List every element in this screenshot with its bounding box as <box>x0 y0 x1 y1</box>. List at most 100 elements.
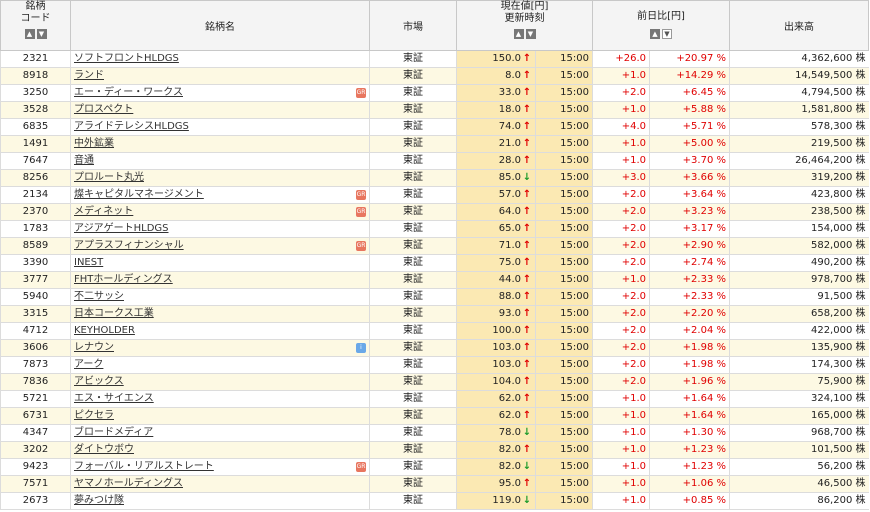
stock-name-link[interactable]: ランド <box>74 70 104 81</box>
stock-name-link[interactable]: アビックス <box>74 376 124 387</box>
change-amount: +1.0 <box>592 390 650 408</box>
change-percent: +5.71 % <box>649 118 730 136</box>
change-percent: +2.04 % <box>649 322 730 340</box>
price-value: 104.0 <box>492 376 521 387</box>
market: 東証 <box>369 458 457 476</box>
price-value: 57.0 <box>498 189 521 200</box>
price-arrow-icon: ↑ <box>522 444 532 455</box>
change-amount: +2.0 <box>592 254 650 272</box>
stock-name-link[interactable]: レナウン <box>74 342 114 353</box>
stock-name-link[interactable]: メディネット <box>74 206 133 217</box>
stock-name-link[interactable]: アジアゲートHLDGS <box>74 223 169 234</box>
change-amount: +1.0 <box>592 152 650 170</box>
volume: 135,900 株 <box>729 339 869 357</box>
table-row: 6835 アライドテレシスHLDGS 東証 74.0 ↑ 15:00 +4.0 +… <box>0 118 869 136</box>
change-amount: +1.0 <box>592 492 650 510</box>
stock-info-icon[interactable]: GR <box>356 462 366 472</box>
table-row: 7873 アーク 東証 103.0 ↑ 15:00 +2.0 +1.98 % 17… <box>0 356 869 374</box>
stock-name-link[interactable]: フォーバル・リアルストレート <box>74 461 214 472</box>
volume: 75,900 株 <box>729 373 869 391</box>
stock-code: 9423 <box>0 458 71 476</box>
stock-name-link[interactable]: アーク <box>74 359 103 370</box>
price-value: 82.0 <box>498 461 521 472</box>
current-price: 119.0 ↓ <box>456 492 536 510</box>
stock-name-cell: 日本コークス工業 <box>70 305 370 323</box>
stock-name-link[interactable]: 不二サッシ <box>74 291 124 302</box>
table-row: 4347 ブロードメディア 東証 78.0 ↓ 15:00 +1.0 +1.30 … <box>0 424 869 442</box>
stock-name-link[interactable]: 夢みつけ隊 <box>74 495 124 506</box>
price-value: 85.0 <box>498 172 521 183</box>
table-row: 2134 燦キャピタルマネージメント GR 東証 57.0 ↑ 15:00 +2.… <box>0 186 869 204</box>
price-arrow-icon: ↑ <box>522 189 532 200</box>
stock-name-link[interactable]: 中外鉱業 <box>74 138 114 149</box>
price-value: 71.0 <box>498 240 521 251</box>
update-time: 15:00 <box>535 458 593 476</box>
stock-info-icon[interactable]: GR <box>356 207 366 217</box>
stock-name-link[interactable]: 燦キャピタルマネージメント <box>74 189 204 200</box>
update-time: 15:00 <box>535 220 593 238</box>
sort-desc-icon[interactable]: ▼ <box>525 29 536 39</box>
sort-asc-icon[interactable]: ▲ <box>513 29 524 39</box>
stock-name-link[interactable]: ヤマノホールディングス <box>74 478 183 489</box>
stock-name-link[interactable]: 音通 <box>74 155 94 166</box>
price-arrow-icon: ↑ <box>522 410 532 421</box>
stock-name-link[interactable]: KEYHOLDER <box>74 325 135 336</box>
current-price: 93.0 ↑ <box>456 305 536 323</box>
price-value: 64.0 <box>498 206 521 217</box>
stock-name-cell: INEST <box>70 254 370 272</box>
market: 東証 <box>369 390 457 408</box>
stock-name-cell: KEYHOLDER <box>70 322 370 340</box>
market: 東証 <box>369 475 457 493</box>
market: 東証 <box>369 424 457 442</box>
change-percent: +14.29 % <box>649 67 730 85</box>
stock-name-link[interactable]: アプラスフィナンシャル <box>74 240 184 251</box>
change-amount: +1.0 <box>592 271 650 289</box>
change-amount: +1.0 <box>592 441 650 459</box>
update-time: 15:00 <box>535 441 593 459</box>
header-code-line1: 銘柄 <box>25 1 46 12</box>
stock-name-link[interactable]: アライドテレシスHLDGS <box>74 121 189 132</box>
sort-desc-icon[interactable]: ▼ <box>36 29 47 39</box>
stock-name-link[interactable]: エス・サイエンス <box>74 393 154 404</box>
stock-ranking-table: 銘柄 コード ▲ ▼ 銘柄名 市場 現在値[円] 更新時刻 ▲ ▼ 前日比[円] ▲… <box>0 0 869 510</box>
sort-desc-icon[interactable]: ▼ <box>662 29 672 39</box>
sort-asc-icon[interactable]: ▲ <box>24 29 35 39</box>
stock-name-link[interactable]: プロルート丸光 <box>74 172 144 183</box>
stock-name-link[interactable]: ピクセラ <box>74 410 114 421</box>
stock-name-link[interactable]: FHTホールディングス <box>74 274 173 285</box>
volume: 238,500 株 <box>729 203 869 221</box>
stock-name-link[interactable]: ブロードメディア <box>74 427 153 438</box>
price-value: 150.0 <box>492 53 521 64</box>
stock-name-link[interactable]: ソフトフロントHLDGS <box>74 53 179 64</box>
stock-code: 8589 <box>0 237 71 255</box>
change-percent: +3.66 % <box>649 169 730 187</box>
price-value: 75.0 <box>498 257 521 268</box>
volume: 578,300 株 <box>729 118 869 136</box>
current-price: 71.0 ↑ <box>456 237 536 255</box>
stock-name-link[interactable]: プロスペクト <box>74 104 133 115</box>
change-amount: +2.0 <box>592 322 650 340</box>
stock-name-cell: ダイトウボウ <box>70 441 370 459</box>
stock-info-icon[interactable]: GR <box>356 88 366 98</box>
stock-info-icon[interactable]: GR <box>356 190 366 200</box>
stock-name-cell: アライドテレシスHLDGS <box>70 118 370 136</box>
price-arrow-icon: ↑ <box>522 70 532 81</box>
price-value: 65.0 <box>498 223 521 234</box>
stock-name-link[interactable]: 日本コークス工業 <box>74 308 154 319</box>
update-time: 15:00 <box>535 407 593 425</box>
stock-info-icon[interactable]: i <box>356 343 366 353</box>
change-percent: +5.00 % <box>649 135 730 153</box>
header-change-label: 前日比[円] <box>637 11 685 22</box>
stock-code: 1491 <box>0 135 71 153</box>
table-row: 3315 日本コークス工業 東証 93.0 ↑ 15:00 +2.0 +2.20 … <box>0 305 869 323</box>
stock-name-link[interactable]: ダイトウボウ <box>74 444 134 455</box>
change-amount: +1.0 <box>592 407 650 425</box>
sort-asc-icon[interactable]: ▲ <box>650 29 660 39</box>
stock-name-link[interactable]: エー・ディー・ワークス <box>74 87 183 98</box>
current-price: 78.0 ↓ <box>456 424 536 442</box>
stock-name-cell: ランド <box>70 67 370 85</box>
volume: 4,362,600 株 <box>729 50 869 68</box>
stock-info-icon[interactable]: GR <box>356 241 366 251</box>
stock-name-link[interactable]: INEST <box>74 257 103 268</box>
table-row: 6731 ピクセラ 東証 62.0 ↑ 15:00 +1.0 +1.64 % 16… <box>0 407 869 425</box>
